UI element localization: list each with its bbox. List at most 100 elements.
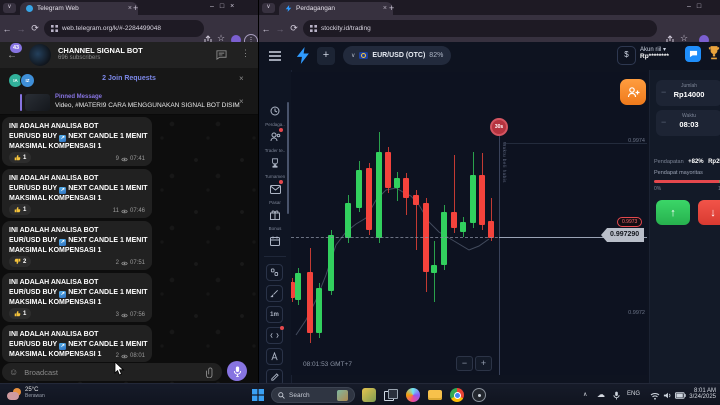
indicators-button[interactable]: [266, 285, 283, 302]
attach-paperclip-icon[interactable]: [206, 367, 215, 378]
weather-icon[interactable]: [7, 388, 21, 401]
buy-up-button[interactable]: ↑: [656, 200, 690, 225]
views-eye-icon: [121, 209, 128, 214]
start-button[interactable]: [252, 389, 264, 401]
address-bar[interactable]: stockity.id/trading: [303, 20, 657, 37]
microphone-icon: [233, 366, 242, 377]
reaction-pill[interactable]: 1: [9, 308, 31, 319]
window-controls[interactable]: –□×: [210, 3, 240, 10]
site-info-icon[interactable]: [310, 25, 317, 32]
maximize-button[interactable]: □: [220, 3, 230, 10]
reload-icon[interactable]: ⟳: [28, 23, 42, 34]
reaction-pill[interactable]: 2: [9, 256, 31, 267]
asset-name: EUR/USD (OTC): [372, 52, 425, 59]
time-field[interactable]: − Waktu 08:03: [656, 110, 720, 136]
close-icon[interactable]: ×: [239, 97, 244, 106]
minimize-button[interactable]: –: [687, 3, 697, 10]
tray-chevron-icon[interactable]: ∧: [583, 391, 587, 398]
back-icon[interactable]: ←: [0, 24, 14, 34]
reload-icon[interactable]: ⟳: [287, 23, 301, 34]
voice-record-button[interactable]: [227, 361, 247, 381]
add-asset-button[interactable]: +: [317, 47, 335, 65]
tray-language[interactable]: ENG: [627, 391, 640, 397]
weather-widget[interactable]: 25°C Berawan: [25, 387, 45, 399]
comments-icon[interactable]: [216, 49, 227, 60]
tray-wifi-icon[interactable]: [650, 392, 660, 400]
drawing-tools-button[interactable]: [266, 348, 283, 365]
window-controls[interactable]: –□: [687, 3, 707, 10]
support-chat-button[interactable]: [685, 46, 701, 62]
stockity-logo[interactable]: [295, 47, 310, 64]
tray-mic-icon[interactable]: [613, 391, 620, 400]
message-composer[interactable]: ☺ Broadcast: [2, 363, 222, 381]
tab-perdagangan[interactable]: Perdagangan ×: [279, 2, 393, 15]
tray-volume-icon[interactable]: [663, 391, 672, 400]
channel-title-block[interactable]: CHANNEL SIGNAL BOT 696 subscribers: [58, 46, 143, 61]
tab-search-chevron[interactable]: ∨: [262, 3, 275, 13]
stockity-favicon: [285, 5, 292, 12]
tab-close-icon[interactable]: ×: [128, 5, 132, 12]
sidebar-item-calendar[interactable]: [259, 233, 291, 251]
candlestick-chart[interactable]: 30s Waktu beli habis: [291, 72, 647, 375]
expiration-button[interactable]: [266, 327, 283, 344]
taskbar-app-file-explorer[interactable]: [428, 390, 442, 400]
message-bubble[interactable]: INI ADALAH ANALISA BOT EUR/USD BUY↗NEXT …: [2, 273, 152, 322]
taskbar-search[interactable]: Search: [271, 387, 355, 403]
channel-avatar[interactable]: [29, 44, 51, 66]
new-tab-button[interactable]: +: [133, 3, 138, 13]
task-view-button[interactable]: [384, 389, 396, 401]
taskbar-app-chrome[interactable]: [450, 388, 464, 402]
join-requests-row[interactable]: IA IZ 2 Join Requests ×: [0, 68, 258, 92]
decrease-time-button[interactable]: −: [661, 117, 666, 127]
forward-icon: →: [273, 24, 287, 34]
message-bubble[interactable]: INI ADALAH ANALISA BOT EUR/USD BUY↗NEXT …: [2, 117, 152, 166]
close-icon[interactable]: ×: [239, 74, 244, 83]
emoji-icon[interactable]: ☺: [9, 368, 18, 377]
decrease-amount-button[interactable]: −: [661, 87, 666, 97]
back-arrow-icon[interactable]: ←: [7, 50, 17, 61]
minimize-button[interactable]: –: [210, 3, 220, 10]
timeframe-button[interactable]: 1m: [266, 306, 283, 323]
traders-icon: [270, 132, 281, 142]
amount-field[interactable]: − Jumlah Rp14000: [656, 80, 720, 106]
tray-cloud-icon[interactable]: ☁: [597, 390, 605, 399]
reaction-pill[interactable]: 1: [9, 204, 31, 215]
reaction-pill[interactable]: 1: [9, 152, 31, 163]
message-bubble[interactable]: INI ADALAH ANALISA BOT EUR/USD BUY↗NEXT …: [2, 221, 152, 270]
site-info-icon[interactable]: [51, 25, 58, 32]
taskbar-app-copilot[interactable]: [406, 388, 420, 402]
tournament-trophy-icon[interactable]: [707, 45, 720, 61]
sidebar-scrollbar[interactable]: [287, 102, 289, 214]
tray-battery-icon[interactable]: [675, 392, 686, 399]
tab-search-chevron[interactable]: ∨: [3, 3, 16, 13]
close-button[interactable]: ×: [230, 3, 240, 10]
deposit-icon[interactable]: $: [617, 46, 636, 65]
candle-body: [345, 203, 351, 238]
candle-body: [488, 221, 494, 238]
pinned-message-row[interactable]: Pinned Message Video, #MATERI9 CARA MENG…: [0, 91, 258, 115]
tab-telegram-web[interactable]: Telegram Web ×: [20, 2, 138, 15]
refer-friend-button[interactable]: [620, 79, 646, 105]
address-bar[interactable]: web.telegram.org/k/#-2284499048: [44, 20, 204, 37]
tray-clock[interactable]: 8:01 AM 3/24/2025: [688, 388, 716, 400]
channel-menu-icon[interactable]: ⋮: [241, 48, 250, 59]
menu-hamburger-icon[interactable]: [269, 51, 281, 61]
message-bubble[interactable]: INI ADALAH ANALISA BOT EUR/USD BUY↗NEXT …: [2, 325, 152, 362]
maximize-button[interactable]: □: [697, 3, 707, 10]
tab-close-icon[interactable]: ×: [383, 5, 387, 12]
candle-body: [394, 178, 400, 187]
chevron-down-icon: ∨: [351, 52, 355, 59]
message-bubble[interactable]: INI ADALAH ANALISA BOT EUR/USD BUY↗NEXT …: [2, 169, 152, 218]
zoom-out-button[interactable]: −: [456, 356, 473, 371]
candle-body: [376, 152, 382, 238]
asset-selector[interactable]: ∨ EUR/USD (OTC) 82%: [343, 46, 451, 65]
taskbar-app-game[interactable]: [472, 388, 486, 402]
sell-down-button[interactable]: ↓: [698, 200, 720, 225]
back-icon[interactable]: ←: [259, 24, 273, 34]
new-tab-button[interactable]: +: [389, 3, 394, 13]
account-switcher[interactable]: Akun riil ▾ Rp********: [640, 46, 669, 60]
chart-type-button[interactable]: [266, 264, 283, 281]
taskbar-app-photos[interactable]: [362, 388, 376, 402]
zoom-in-button[interactable]: +: [475, 356, 492, 371]
chart-increasing-emoji: ↗: [59, 135, 66, 142]
